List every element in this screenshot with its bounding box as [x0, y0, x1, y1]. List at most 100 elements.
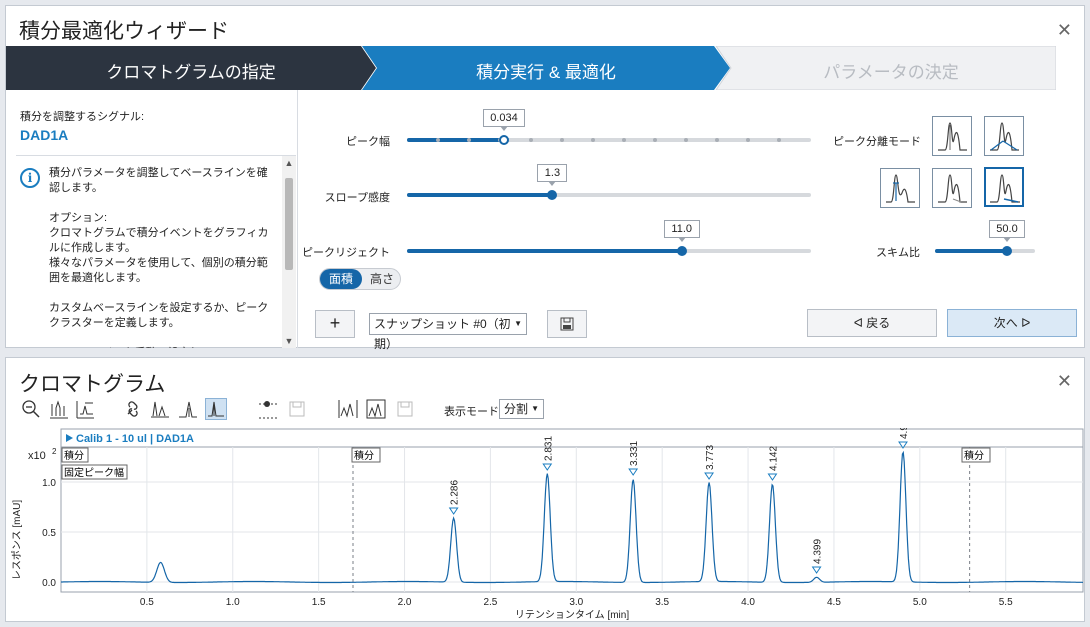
peak-width-slider[interactable] [407, 135, 811, 145]
svg-text:積分: 積分 [64, 449, 84, 462]
overlay-traces-icon[interactable] [48, 398, 70, 420]
display-mode-select[interactable]: 分割 ▼ [499, 399, 544, 419]
split-peak-icon[interactable] [177, 398, 199, 420]
snapshot-select[interactable]: スナップショット #0（初期） ▼ [369, 313, 527, 351]
integration-tag[interactable]: 積分 [61, 447, 89, 463]
scroll-up-icon[interactable]: ▲ [282, 158, 296, 168]
slider-tick [560, 138, 564, 142]
chevron-left-icon: ᐊ [853, 316, 863, 330]
skim-ratio-knob[interactable] [1002, 246, 1012, 256]
chevron-down-icon: ▼ [514, 319, 522, 328]
mode-auto-skim-icon[interactable] [984, 167, 1024, 207]
slope-knob[interactable] [547, 190, 558, 200]
help-panel: i 積分パラメータを調整してベースラインを確認します。 オプション: クロマトグ… [16, 155, 296, 348]
peak-reject-knob[interactable] [676, 246, 687, 256]
step-select-chromatogram[interactable]: クロマトグラムの指定 [26, 58, 356, 83]
mode-exp-skim-icon[interactable] [880, 168, 920, 208]
slider-tick [622, 138, 626, 142]
save-disabled-icon [286, 398, 308, 420]
peak-width-knob[interactable] [498, 135, 509, 145]
svg-text:積分: 積分 [354, 449, 374, 462]
baseline-icon[interactable] [149, 398, 171, 420]
x-tick-label: 0.5 [140, 597, 154, 608]
chromatogram-plot[interactable]: Calib 1 - 10 ul | DAD1A 0.5 1.0 1.5 2.0 2.5 3… [6, 414, 1086, 623]
integrate-region-icon[interactable] [337, 398, 359, 420]
peak-rt-label: 3.331 [629, 441, 640, 466]
scroll-down-icon[interactable]: ▼ [282, 336, 296, 346]
stack-traces-icon[interactable] [74, 398, 96, 420]
integration-wizard-panel: 積分最適化ウィザード ✕ クロマトグラムの指定 積分実行 & 最適化 パラメータ… [5, 5, 1085, 351]
step-determine-parameters[interactable]: パラメータの決定 [741, 58, 1041, 83]
step-integrate-optimize[interactable]: 積分実行 & 最適化 [386, 58, 706, 83]
peak-reject-label: ピークリジェクト [302, 247, 390, 259]
save-snapshot-button[interactable] [547, 310, 587, 338]
skim-ratio-fill [935, 249, 1007, 253]
chromatogram-svg[interactable]: Calib 1 - 10 ul | DAD1A 0.5 1.0 1.5 2.0 2.5 3… [6, 414, 1086, 623]
integration-tag[interactable]: 積分 [351, 447, 381, 463]
skim-ratio-slider[interactable] [935, 246, 1035, 256]
peak-width-label: ピーク幅 [346, 136, 390, 148]
peak-reject-slider[interactable] [407, 246, 811, 256]
x-tick-label: 2.0 [398, 597, 412, 608]
back-label: 戻る [866, 316, 891, 330]
y-axis-label: レスポンス [mAU] [11, 500, 23, 581]
slope-slider[interactable] [407, 190, 811, 200]
toggle-height[interactable]: 高さ [364, 269, 400, 289]
fixed-width-tag[interactable]: 固定ピーク幅 [61, 464, 128, 480]
skim-peak-icon[interactable] [205, 398, 227, 420]
x-tick-label: 1.5 [312, 597, 326, 608]
event-marker-icon[interactable] [257, 398, 279, 420]
peak-rt-label: 2.286 [450, 480, 461, 505]
y-tick-label: 1.0 [42, 478, 56, 489]
slider-tick [777, 138, 781, 142]
peak-rt-label: 4.142 [768, 446, 779, 471]
display-mode-value: 分割 [504, 402, 529, 416]
back-button[interactable]: ᐊ 戻る [807, 309, 937, 337]
slider-tick [746, 138, 750, 142]
peak-sep-mode-label: ピーク分離モード [833, 136, 921, 148]
wizard-close-icon[interactable]: ✕ [1057, 20, 1072, 41]
save-disabled-icon [394, 398, 416, 420]
x-tick-label: 5.5 [999, 597, 1013, 608]
chevron-right-icon: ᐅ [1021, 316, 1031, 330]
slope-value: 1.3 [537, 164, 568, 186]
peak-width-fill [407, 138, 504, 142]
link-icon[interactable] [122, 398, 144, 420]
slider-tick [467, 138, 471, 142]
chrom-close-icon[interactable]: ✕ [1057, 371, 1072, 392]
mode-front-skim-icon[interactable] [932, 168, 972, 208]
x-tick-label: 3.5 [655, 597, 669, 608]
x-tick-label: 4.0 [741, 597, 755, 608]
signal-column: 積分を調整するシグナル: DAD1A i 積分パラメータを調整してベースラインを… [6, 90, 298, 348]
zoom-out-icon[interactable] [20, 398, 42, 420]
wizard-title: 積分最適化ウィザード [19, 20, 229, 43]
display-mode-label: 表示モード [444, 406, 499, 418]
slider-tick [715, 138, 719, 142]
y-tick-label: 0.0 [42, 578, 56, 589]
snapshot-value: スナップショット #0（初期） [374, 317, 511, 351]
mode-drop-icon[interactable] [932, 116, 972, 156]
add-snapshot-button[interactable]: + [315, 310, 355, 338]
integrate-all-icon[interactable] [365, 398, 387, 420]
peak-reject-value: 11.0 [663, 220, 700, 242]
slider-tick [684, 138, 688, 142]
x-tick-label: 5.0 [913, 597, 927, 608]
info-icon: i [20, 168, 40, 188]
peak-rt-label: 4.399 [813, 539, 824, 564]
toggle-area[interactable]: 面積 [320, 269, 362, 289]
trace-label: Calib 1 - 10 ul | DAD1A [76, 433, 194, 445]
next-button[interactable]: 次へ ᐅ [947, 309, 1077, 337]
mode-tangent-icon[interactable] [984, 116, 1024, 156]
area-height-toggle[interactable]: 面積 高さ [319, 268, 401, 290]
peak-width-value: 0.034 [482, 109, 525, 131]
peak-rt-label: 2.831 [543, 436, 554, 461]
skim-ratio-label: スキム比 [876, 247, 920, 259]
slope-label: スロープ感度 [324, 192, 390, 204]
integration-tag[interactable]: 積分 [961, 447, 991, 463]
slider-tick [529, 138, 533, 142]
y-multiplier: x10 [28, 450, 46, 462]
x-tick-label: 3.0 [569, 597, 583, 608]
plot-frame [60, 446, 1084, 593]
peak-reject-fill [407, 249, 682, 253]
signal-name: DAD1A [20, 127, 69, 143]
